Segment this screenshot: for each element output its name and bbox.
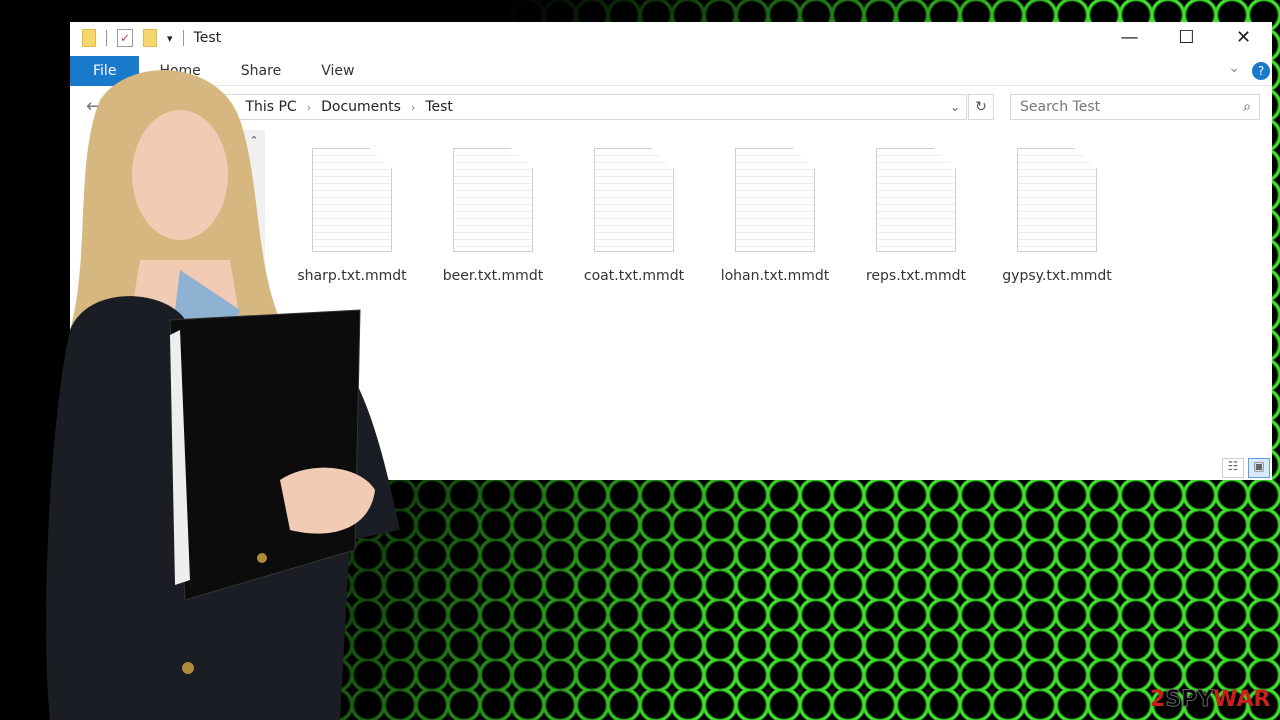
divider bbox=[182, 30, 184, 46]
file-item[interactable]: lohan.txt.mmdt bbox=[720, 148, 830, 284]
2spyware-watermark-logo: 2SPYWAR bbox=[1150, 687, 1271, 713]
properties-icon[interactable]: ✓ bbox=[117, 29, 133, 47]
file-name: beer.txt.mmdt bbox=[442, 268, 544, 284]
new-folder-icon[interactable] bbox=[143, 29, 157, 47]
title-bar: ✓ ▾ Test bbox=[70, 22, 1272, 54]
refresh-button[interactable]: ↻ bbox=[968, 94, 994, 120]
breadcrumb-test[interactable]: Test bbox=[425, 99, 453, 115]
file-item[interactable]: beer.txt.mmdt bbox=[438, 148, 548, 284]
quick-access-dropdown-icon[interactable]: ▾ bbox=[167, 32, 173, 45]
folder-icon bbox=[82, 29, 96, 47]
details-view-icon[interactable]: ☷ bbox=[1222, 458, 1244, 478]
text-file-icon bbox=[1017, 148, 1097, 252]
file-name: reps.txt.mmdt bbox=[865, 268, 967, 284]
file-item[interactable]: coat.txt.mmdt bbox=[579, 148, 689, 284]
file-item[interactable]: reps.txt.mmdt bbox=[861, 148, 971, 284]
file-name: coat.txt.mmdt bbox=[583, 268, 685, 284]
text-file-icon bbox=[594, 148, 674, 252]
view-switcher: ☷ ▣ bbox=[1222, 458, 1270, 478]
file-item[interactable]: gypsy.txt.mmdt bbox=[1002, 148, 1112, 284]
text-file-icon bbox=[735, 148, 815, 252]
window-title: Test bbox=[193, 30, 222, 46]
search-input[interactable]: Search Test ⌕ bbox=[1010, 94, 1260, 120]
chevron-down-icon[interactable]: ⌄ bbox=[950, 100, 960, 114]
woman-holding-binder-image bbox=[46, 70, 400, 720]
search-placeholder: Search Test bbox=[1020, 99, 1101, 115]
divider bbox=[106, 30, 107, 46]
file-name: lohan.txt.mmdt bbox=[720, 268, 830, 284]
text-file-icon bbox=[876, 148, 956, 252]
expand-ribbon-icon[interactable]: ⌄ bbox=[1228, 60, 1240, 76]
help-icon[interactable]: ? bbox=[1252, 62, 1270, 80]
chevron-right-icon: › bbox=[410, 100, 416, 114]
large-icons-view-icon[interactable]: ▣ bbox=[1248, 458, 1270, 478]
minimize-button[interactable]: — bbox=[1101, 22, 1158, 52]
file-name: gypsy.txt.mmdt bbox=[1002, 268, 1112, 284]
text-file-icon bbox=[453, 148, 533, 252]
maximize-button[interactable]: ☐ bbox=[1158, 22, 1215, 52]
close-button[interactable]: ✕ bbox=[1215, 22, 1272, 52]
search-icon: ⌕ bbox=[1243, 99, 1251, 115]
